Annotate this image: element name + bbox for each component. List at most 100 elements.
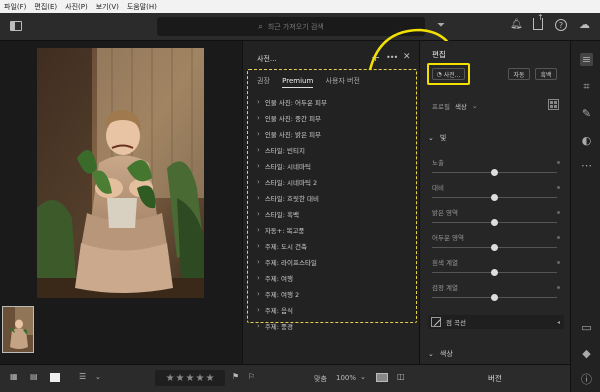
auto-button[interactable]: 자동	[508, 68, 530, 80]
square-grid-icon[interactable]: ▤	[30, 372, 38, 381]
preset-group[interactable]: › 주제: 라이프스타일	[257, 257, 317, 267]
bottom-bar: ▦ ▤ ☰ ⌄ ★ ★ ★ ★ ★ ⚑ ⚐ 맞춤 100% ⌄ ◫ 버전	[0, 364, 570, 392]
chevron-right-icon: ›	[257, 178, 260, 186]
blacks-label: 검정 계열	[432, 284, 458, 292]
panel-toggle-icon[interactable]	[10, 21, 22, 31]
preset-group[interactable]: › 스타일: 시네마틱 2	[257, 177, 317, 187]
star-icon[interactable]: ★	[195, 373, 204, 384]
bell-icon[interactable]: 🔔︎	[510, 19, 523, 30]
point-curve-row[interactable]: 점 곡선 ◂	[428, 315, 564, 329]
reject-flag-icon[interactable]: ⚐	[248, 372, 255, 381]
edit-title: 편집	[432, 50, 446, 59]
star-icon[interactable]: ★	[205, 373, 214, 384]
preset-group[interactable]: › 스타일: 빈티지	[257, 145, 305, 155]
reset-dot[interactable]	[557, 161, 560, 164]
reset-dot[interactable]	[557, 186, 560, 189]
preset-group[interactable]: › 주제: 여행 2	[257, 289, 299, 299]
chevron-right-icon: ›	[257, 98, 260, 106]
preset-group[interactable]: › 스타일: 시네마틱	[257, 161, 311, 171]
contrast-label: 대비	[432, 184, 444, 192]
chevron-right-icon: ›	[257, 258, 260, 266]
info-icon[interactable]: ⓘ	[580, 373, 593, 386]
chevron-right-icon: ›	[257, 162, 260, 170]
zoom-level[interactable]: 100%	[336, 374, 356, 382]
chevron-right-icon: ›	[257, 226, 260, 234]
filmstrip-thumbnail[interactable]	[2, 306, 34, 353]
chevron-down-icon: ⌄	[428, 350, 434, 358]
crop-icon[interactable]: ⌗	[580, 80, 593, 93]
curve-icon	[431, 317, 442, 327]
preset-group[interactable]: › 인물 사진: 밝은 피부	[257, 129, 321, 139]
before-after-icon[interactable]	[376, 373, 388, 382]
search-icon: ⌕	[258, 21, 263, 31]
contrast-knob[interactable]	[491, 194, 498, 201]
chevron-down-icon: ⌄	[428, 134, 434, 142]
chevron-right-icon: ›	[257, 146, 260, 154]
highlights-knob[interactable]	[491, 219, 498, 226]
star-icon[interactable]: ★	[176, 373, 185, 384]
preset-group[interactable]: › 인물 사진: 어두운 피부	[257, 97, 327, 107]
profile-selector[interactable]: 프로필 색상 ⌄	[432, 101, 478, 111]
help-icon[interactable]: ?	[555, 19, 567, 31]
preset-group[interactable]: › 스타일: 흑백	[257, 209, 299, 219]
reset-dot[interactable]	[557, 211, 560, 214]
main-photo[interactable]	[37, 48, 204, 298]
star-icon[interactable]: ★	[166, 373, 175, 384]
reset-dot[interactable]	[557, 236, 560, 239]
bw-button[interactable]: 흑백	[535, 68, 557, 80]
menu-view[interactable]: 보기(V)	[96, 2, 119, 12]
preset-group[interactable]: › 주제: 음식	[257, 305, 293, 315]
menu-bar: 파일(F) 편집(E) 사진(P) 보기(V) 도움말(H)	[0, 0, 600, 13]
single-view-icon[interactable]	[50, 373, 60, 382]
healing-icon[interactable]: ✎	[580, 107, 593, 120]
sort-icon[interactable]: ☰	[79, 372, 86, 381]
tag-icon[interactable]: ◆	[580, 347, 593, 360]
split-view-icon[interactable]: ◫	[397, 372, 405, 381]
presets-button[interactable]: ◔ 사전...	[432, 68, 465, 80]
chevron-right-icon: ›	[257, 114, 260, 122]
menu-help[interactable]: 도움말(H)	[127, 2, 157, 12]
highlights-label: 밝은 영역	[432, 209, 458, 217]
share-icon[interactable]: ↑	[533, 14, 544, 30]
profile-browser-icon[interactable]	[548, 99, 559, 110]
grid-view-icon[interactable]: ▦	[10, 372, 18, 381]
comment-icon[interactable]: ▭	[580, 321, 593, 334]
menu-edit[interactable]: 편집(E)	[34, 2, 57, 12]
chevron-down-icon[interactable]: ⌄	[360, 373, 366, 381]
light-section-header[interactable]: ⌄ 빛	[428, 133, 446, 143]
chevron-down-icon: ⌄	[471, 102, 478, 110]
preset-group[interactable]: › 주제: 풍경	[257, 321, 293, 331]
edit-panel: 편집 ◔ 사전... 자동 흑백 프로필 색상 ⌄ ⌄ 빛 노출 대비 밝은 영역…	[420, 41, 570, 364]
more-icon[interactable]: ⋯	[580, 159, 593, 172]
star-icon[interactable]: ★	[186, 373, 195, 384]
chevron-right-icon: ›	[257, 130, 260, 138]
masking-icon[interactable]: ◐	[580, 134, 593, 147]
chevron-left-icon: ◂	[556, 318, 560, 326]
menu-file[interactable]: 파일(F)	[4, 2, 26, 12]
chevron-right-icon: ›	[257, 322, 260, 330]
color-section-header[interactable]: ⌄ 색상	[428, 349, 453, 359]
preset-group[interactable]: › 스타일: 흐릿한 대비	[257, 193, 319, 203]
flag-icon[interactable]: ⚑	[232, 372, 239, 381]
sliders-icon[interactable]: ≡	[580, 53, 593, 66]
preset-group[interactable]: › 인물 사진: 중간 피부	[257, 113, 321, 123]
preset-group[interactable]: › 주제: 도시 건축	[257, 241, 307, 251]
versions-label[interactable]: 버전	[488, 373, 502, 384]
preset-group[interactable]: › 주제: 여행	[257, 273, 293, 283]
reset-dot[interactable]	[557, 261, 560, 264]
shadows-knob[interactable]	[491, 244, 498, 251]
exposure-knob[interactable]	[491, 169, 498, 176]
rating-stars[interactable]: ★ ★ ★ ★ ★	[155, 370, 225, 386]
chevron-down-icon[interactable]: ⌄	[95, 373, 101, 381]
chevron-right-icon: ›	[257, 306, 260, 314]
whites-knob[interactable]	[491, 269, 498, 276]
chevron-right-icon: ›	[257, 210, 260, 218]
reset-dot[interactable]	[557, 286, 560, 289]
fit-label[interactable]: 맞춤	[314, 374, 327, 384]
preset-icon: ◔	[436, 70, 442, 78]
preset-group[interactable]: › 자동+: 복고풍	[257, 225, 304, 235]
cloud-icon[interactable]: ☁	[579, 18, 590, 31]
shadows-label: 어두운 영역	[432, 234, 464, 242]
blacks-knob[interactable]	[491, 294, 498, 301]
menu-photo[interactable]: 사진(P)	[65, 2, 88, 12]
